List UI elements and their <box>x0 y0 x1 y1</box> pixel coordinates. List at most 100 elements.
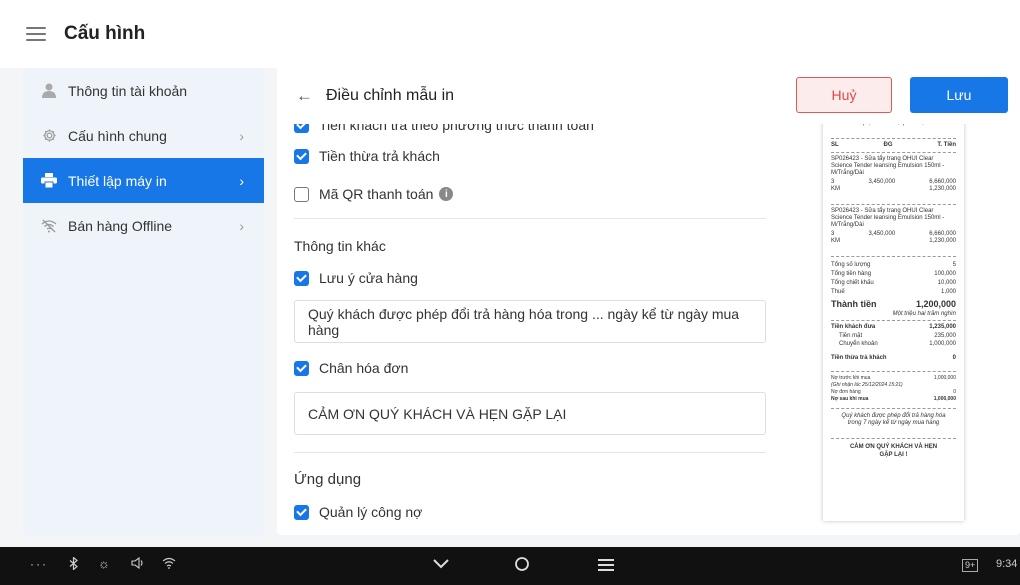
cash-value: 235,000 <box>934 332 956 339</box>
item-name: SP026423 - Sữa tẩy trang OHUI Clear Scie… <box>831 208 945 228</box>
invoice-footer-input[interactable]: CẢM ƠN QUÝ KHÁCH VÀ HẸN GẶP LẠI <box>294 392 766 435</box>
option-debt-management[interactable]: Quản lý công nợ <box>294 504 422 520</box>
receipt-footer: CẢM ƠN QUÝ KHÁCH VÀ HẸN GẶP LẠI ! <box>849 444 938 458</box>
col-total: T. Tiền <box>937 142 956 148</box>
nav-home-icon[interactable] <box>514 556 530 575</box>
change-value: 0 <box>952 354 956 361</box>
option-label: Lưu ý cửa hàng <box>319 270 418 286</box>
receipt-item: SP026423 - Sữa tẩy trang OHUI Clear Scie… <box>831 208 956 245</box>
checkbox-checked[interactable] <box>294 270 309 286</box>
more-dots-icon[interactable]: ··· <box>30 557 48 571</box>
print-template-editor: ← Điều chỉnh mẫu in Huỷ Lưu Tiền khách t… <box>277 68 1020 535</box>
bluetooth-icon[interactable] <box>69 556 78 573</box>
checkbox-unchecked[interactable] <box>294 186 309 202</box>
total-label: Tổng tiền hàng <box>831 271 872 277</box>
divider <box>831 408 956 409</box>
total-label: Tổng chiết khấu <box>831 280 874 286</box>
option-invoice-footer[interactable]: Chân hóa đơn <box>294 360 408 376</box>
option-payment-qr[interactable]: Mã QR thanh toán i <box>294 186 454 202</box>
transfer-value: 1,000,000 <box>929 341 956 347</box>
item-total: 6,660,000 <box>929 179 956 185</box>
item-discount: 1,230,000 <box>929 238 956 244</box>
sidebar-item-account-info[interactable]: Thông tin tài khoản <box>23 68 264 113</box>
option-payment-method-amount[interactable]: Tiền khách trả theo phương thức thanh to… <box>294 124 594 133</box>
sidebar-item-general-settings[interactable]: Cấu hình chung › <box>23 113 264 158</box>
page-title: Cấu hình <box>64 23 146 44</box>
transfer-label: Chuyển khoản <box>839 341 878 347</box>
option-label: Quản lý công nợ <box>319 504 423 520</box>
sidebar-item-offline-sales[interactable]: Bán hàng Offline › <box>23 203 264 248</box>
notification-badge[interactable]: 9+ <box>962 559 979 572</box>
option-store-note[interactable]: Lưu ý cửa hàng <box>294 270 418 286</box>
option-label: Tiền khách trả theo phương thức thanh to… <box>319 124 594 133</box>
section-divider <box>294 218 766 219</box>
store-note-input[interactable]: Quý khách được phép đổi trả hàng hóa tro… <box>294 300 766 343</box>
brightness-icon[interactable]: ☼ <box>98 556 110 571</box>
receipt-item: SP026423 - Sữa tẩy trang OHUI Clear Scie… <box>831 156 956 193</box>
checkbox-checked[interactable] <box>294 360 309 376</box>
sidebar-item-printer-setup[interactable]: Thiết lập máy in › <box>23 158 264 203</box>
section-title-applications: Ứng dụng <box>294 471 362 488</box>
divider <box>831 138 956 139</box>
total-label: Tổng số lượng <box>831 262 871 268</box>
wifi-icon[interactable] <box>162 557 176 572</box>
receipt-column-headers: SL ĐG T. Tiền <box>831 142 956 148</box>
divider <box>831 204 956 205</box>
editor-title: Điều chỉnh mẫu in <box>326 87 455 104</box>
col-unit-price: ĐG <box>883 142 893 148</box>
chevron-right-icon: › <box>239 172 244 189</box>
divider <box>831 371 956 372</box>
wifi-off-icon <box>40 217 58 235</box>
grand-total-row: Thành tiền 1,200,000 <box>831 299 956 309</box>
item-name: SP026423 - Sữa tẩy trang OHUI Clear Scie… <box>831 156 945 176</box>
clock-time: 9:34 <box>996 558 1018 570</box>
debt-before-label: Nợ trước khi mua <box>831 375 871 381</box>
divider <box>831 152 956 153</box>
nav-collapse-icon[interactable] <box>432 558 450 573</box>
section-title-other-info: Thông tin khác <box>294 238 386 254</box>
checkbox-checked[interactable] <box>294 148 309 164</box>
total-value: 1,000 <box>940 289 956 295</box>
item-discount-label: KM <box>831 238 840 244</box>
option-label: Mã QR thanh toán <box>319 186 434 202</box>
item-qty: 3 <box>831 179 835 185</box>
nav-recents-icon[interactable] <box>597 558 615 575</box>
grand-total-words: Một triệu hai trăm nghìn <box>892 311 956 317</box>
settings-sidebar: Thông tin tài khoản Cấu hình chung › Thi… <box>23 68 264 535</box>
debt-after-label: Nợ sau khi mua <box>831 396 869 402</box>
sidebar-item-label: Thiết lập máy in <box>68 172 167 189</box>
system-navigation-bar: ··· ☼ 9+ 9:34 <box>0 547 1020 585</box>
receipt-totals: Tổng số lượng 5 Tổng tiền hàng 100,000 Tổn… <box>831 261 956 297</box>
cancel-button[interactable]: Huỷ <box>796 77 892 113</box>
menu-icon[interactable] <box>26 27 46 41</box>
total-value: 10,000 <box>937 280 956 286</box>
back-arrow-icon[interactable]: ← <box>296 86 313 106</box>
paid-label: Tiền khách đưa <box>831 324 876 330</box>
save-button[interactable]: Lưu <box>910 77 1008 113</box>
receipt-store-note: Quý khách được phép đổi trả hàng hóa tro… <box>841 413 946 426</box>
debt-after-value: 1,000,000 <box>933 396 956 402</box>
checkbox-checked[interactable] <box>294 124 309 133</box>
payment-details: Tiền khách đưa 1,235,000 Tiền mặt 235,000 … <box>831 323 956 362</box>
total-label: Thuế <box>831 289 845 295</box>
checkbox-checked[interactable] <box>294 504 309 520</box>
sidebar-item-label: Bán hàng Offline <box>68 217 173 234</box>
option-change-returned[interactable]: Tiền thừa trả khách <box>294 148 440 164</box>
total-value: 100,000 <box>934 271 956 277</box>
chevron-right-icon: › <box>239 217 244 234</box>
sidebar-item-label: Cấu hình chung <box>68 127 167 144</box>
section-divider <box>294 452 766 453</box>
template-options-form: Tiền khách trả theo phương thức thanh to… <box>294 124 766 535</box>
change-label: Tiền thừa trả khách <box>831 354 887 361</box>
gear-icon <box>40 127 58 145</box>
item-price: 3,450,000 <box>868 179 896 185</box>
item-total: 6,660,000 <box>929 231 956 237</box>
debt-before-value: 1,000,000 <box>933 375 956 381</box>
volume-icon[interactable] <box>131 556 145 572</box>
cash-label: Tiền mặt <box>839 332 863 339</box>
item-discount-label: KM <box>831 186 840 192</box>
grand-total-label: Thành tiền <box>831 299 877 309</box>
divider <box>831 256 956 257</box>
chevron-right-icon: › <box>239 127 244 144</box>
info-icon[interactable]: i <box>439 187 454 201</box>
